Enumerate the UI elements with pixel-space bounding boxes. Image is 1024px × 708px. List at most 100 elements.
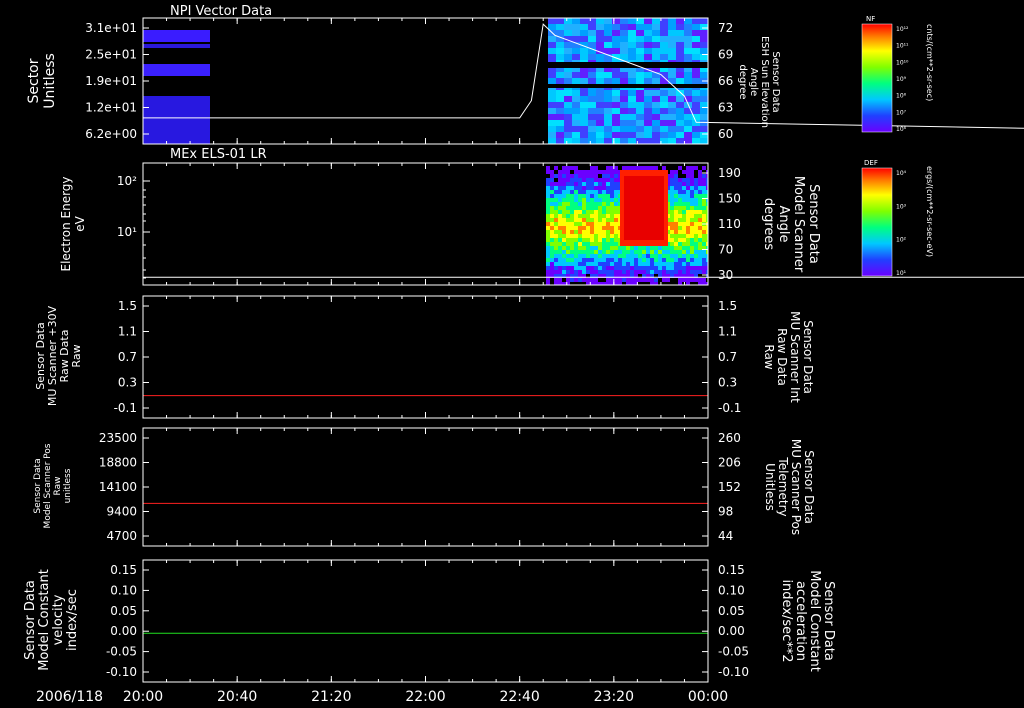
npi-heat-cell (612, 18, 620, 24)
y2-tick-label: 0.3 (718, 376, 737, 390)
npi-heat-cell (700, 18, 708, 24)
els-heat-cell (602, 242, 606, 246)
els-heat-cell (598, 250, 602, 254)
els-heat-cell (566, 182, 570, 186)
els-heat-cell (598, 190, 602, 194)
npi-heat-cell (676, 72, 684, 78)
els-heat-cell (670, 238, 674, 242)
els-heat-cell (610, 210, 614, 214)
els-heat-cell (566, 258, 570, 262)
els-heat-cell (578, 218, 582, 222)
els-heat-cell (694, 222, 698, 226)
npi-heat-cell (572, 108, 580, 114)
npi-heat-cell (588, 54, 596, 60)
els-heat-cell (694, 194, 698, 198)
els-heat-cell (586, 206, 590, 210)
els-heat-cell (610, 178, 614, 182)
npi-heat-cell (676, 30, 684, 36)
npi-heat-cell (548, 96, 556, 102)
els-heat-cell (602, 266, 606, 270)
els-heat-cell (670, 214, 674, 218)
els-heat-cell (690, 226, 694, 230)
npi-heat-cell (612, 30, 620, 36)
els-heat-cell (562, 258, 566, 262)
els-heat-cell (598, 246, 602, 250)
els-heat-cell (610, 226, 614, 230)
els-heat-cell (554, 254, 558, 258)
npi-heat-cell (684, 54, 692, 60)
els-heat-cell (550, 178, 554, 182)
els-heat-cell (602, 210, 606, 214)
els-heat-cell (694, 234, 698, 238)
els-heat-cell (642, 262, 646, 266)
els-heat-cell (606, 230, 610, 234)
els-heat-cell (662, 262, 666, 266)
els-heat-cell (606, 218, 610, 222)
y-tick-label: -0.10 (106, 665, 137, 679)
els-heat-cell (630, 250, 634, 254)
model-ylabel-line3: velocity (51, 594, 66, 645)
npi-heat-cell (604, 126, 612, 132)
npi-heat-cell (143, 44, 210, 48)
els-heat-cell (686, 238, 690, 242)
npi-heat-cell (620, 114, 628, 120)
els-heat-cell (606, 194, 610, 198)
y2-tick-label: 60 (718, 127, 733, 141)
npi-heat-cell (628, 24, 636, 30)
els-heat-cell (558, 194, 562, 198)
els-heat-cell (666, 270, 670, 274)
npi-heat-cell (564, 126, 572, 132)
els-heat-cell (546, 230, 550, 234)
els-heat-cell (630, 246, 634, 250)
npi-heat-cell (700, 24, 708, 30)
els-heat-cell (590, 202, 594, 206)
x-tick-label: 21:20 (311, 689, 351, 705)
els-heat-cell (606, 258, 610, 262)
els-heat-cell (682, 234, 686, 238)
y-tick-label: 1.5 (118, 299, 137, 313)
els-heat-cell (582, 178, 586, 182)
els-heat-cell (614, 234, 618, 238)
npi-heat-cell (548, 24, 556, 30)
els-heat-cell (574, 202, 578, 206)
els-heat-cell (570, 270, 574, 274)
els-heat-cell (590, 190, 594, 194)
els-heat-cell (566, 194, 570, 198)
npi-heat-cell (620, 24, 628, 30)
npi-heat-cell (588, 114, 596, 120)
els-heat-cell (682, 202, 686, 206)
npi-heat-cell (676, 108, 684, 114)
els-heat-cell (654, 270, 658, 274)
npi-heat-cell (564, 42, 572, 48)
npi-heat-cell (684, 18, 692, 24)
npi-heat-cell (644, 18, 652, 24)
els-heat-cell (566, 206, 570, 210)
npi-heat-cell (644, 120, 652, 126)
npi-heat-cell (700, 132, 708, 138)
npi-heat-cell (636, 126, 644, 132)
els-heat-cell (598, 258, 602, 262)
els-heat-cell (578, 250, 582, 254)
els-heat-cell (674, 270, 678, 274)
y2-tick-label: 190 (718, 166, 741, 180)
npi-heat-cell (636, 102, 644, 108)
y2-tick-label: 0.15 (718, 563, 745, 577)
els-heat-cell (570, 214, 574, 218)
els-heat-cell (582, 218, 586, 222)
els-heat-cell (610, 250, 614, 254)
els-heat-cell (674, 186, 678, 190)
els-heat-cell (682, 170, 686, 174)
els-heat-cell (582, 258, 586, 262)
npi-heat-cell (580, 24, 588, 30)
els-heat-cell (582, 194, 586, 198)
els-heat-cell (562, 218, 566, 222)
els-heat-cell (674, 254, 678, 258)
els-heat-cell (654, 246, 658, 250)
mu-y2label-line2: MU Scanner Int (788, 311, 802, 403)
els-heat-cell (562, 238, 566, 242)
npi-heat-cell (572, 90, 580, 96)
y-tick-label: 3.1e+01 (85, 21, 137, 35)
els-heat-cell (698, 234, 702, 238)
els-heat-cell (594, 190, 598, 194)
els-heat-cell (654, 250, 658, 254)
